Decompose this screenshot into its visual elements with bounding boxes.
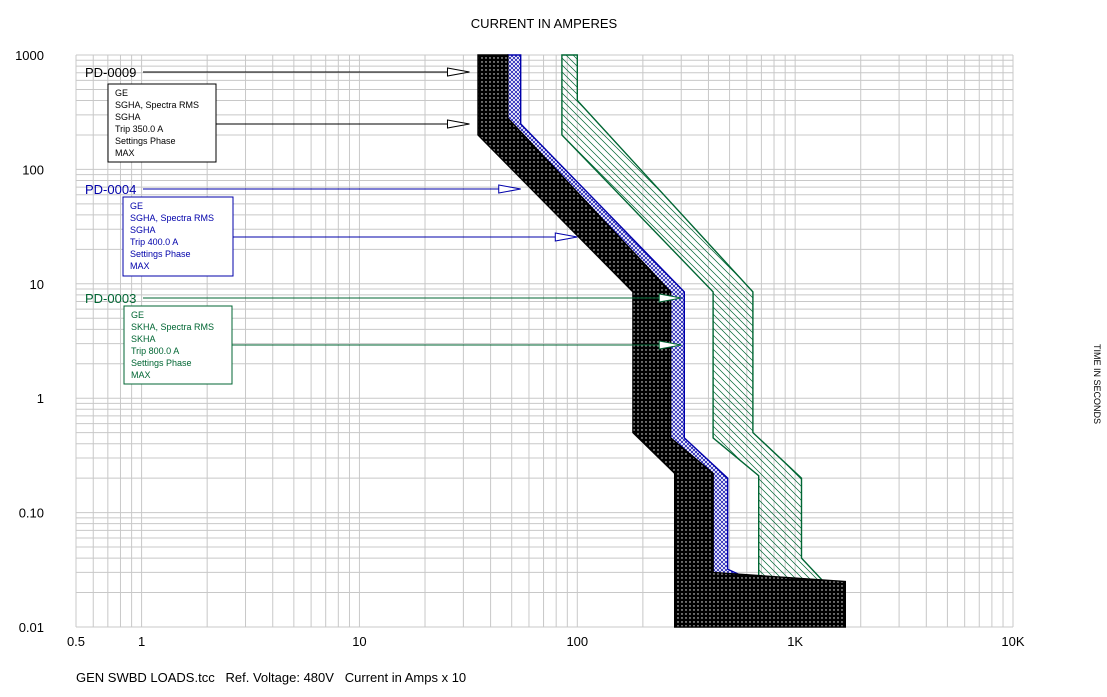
device-box-line: Trip 350.0 A — [115, 124, 163, 134]
device-box-line: MAX — [130, 261, 150, 271]
device-box-line: Settings Phase — [115, 136, 176, 146]
device-box-line: SGHA — [130, 225, 156, 235]
device-labels: PD-0009 GE SGHA, Spectra RMS SGHA Trip 350.0… — [85, 65, 234, 385]
device-box-line: GE — [131, 310, 144, 320]
device-box-line: MAX — [131, 370, 151, 380]
x-tick-label: 10K — [1001, 634, 1024, 649]
y-tick-label: 0.10 — [19, 506, 44, 521]
device-box-line: GE — [130, 201, 143, 211]
y-tick-label: 1000 — [15, 48, 44, 63]
device-name-pd-0009: PD-0009 — [85, 65, 136, 80]
device-name-pd-0003: PD-0003 — [85, 291, 136, 306]
device-box-line: MAX — [115, 148, 135, 158]
leader-arrow-pd-0009 — [446, 119, 470, 129]
y-tick-label: 0.01 — [19, 620, 44, 635]
device-box-line: SGHA, Spectra RMS — [115, 100, 199, 110]
footer-note: GEN SWBD LOADS.tcc Ref. Voltage: 480V Cu… — [76, 670, 466, 685]
device-box-line: SKHA — [131, 334, 156, 344]
leader-arrow-pd-0009 — [446, 67, 470, 77]
device-name-pd-0004: PD-0004 — [85, 182, 136, 197]
y-tick-labels: 1000 100 10 1 0.10 0.01 — [15, 48, 44, 635]
x-tick-labels: 0.5 1 10 100 1K 10K — [67, 634, 1025, 649]
x-tick-label: 1K — [787, 634, 803, 649]
device-box-line: Settings Phase — [131, 358, 192, 368]
y-tick-label: 10 — [30, 277, 44, 292]
tcc-chart: CURRENT IN AMPERES 0.5 1 10 100 1K 10K 100010… — [15, 16, 1102, 685]
device-box-line: Settings Phase — [130, 249, 191, 259]
x-tick-label: 100 — [566, 634, 588, 649]
chart-title: CURRENT IN AMPERES — [471, 16, 618, 31]
device-box-line: SKHA, Spectra RMS — [131, 322, 214, 332]
device-box-line: Trip 800.0 A — [131, 346, 179, 356]
device-box-line: GE — [115, 88, 128, 98]
leader-arrow-pd-0004 — [498, 184, 521, 194]
leader-arrow-pd-0004 — [554, 232, 578, 242]
device-box-line: Trip 400.0 A — [130, 237, 178, 247]
y-tick-label: 1 — [37, 391, 44, 406]
device-box-line: SGHA — [115, 112, 141, 122]
y-axis-label: TIME IN SECONDS — [1092, 344, 1102, 424]
x-tick-label: 1 — [138, 634, 145, 649]
device-box-line: SGHA, Spectra RMS — [130, 213, 214, 223]
x-tick-label: 10 — [352, 634, 366, 649]
y-tick-label: 100 — [22, 162, 44, 177]
x-tick-label: 0.5 — [67, 634, 85, 649]
